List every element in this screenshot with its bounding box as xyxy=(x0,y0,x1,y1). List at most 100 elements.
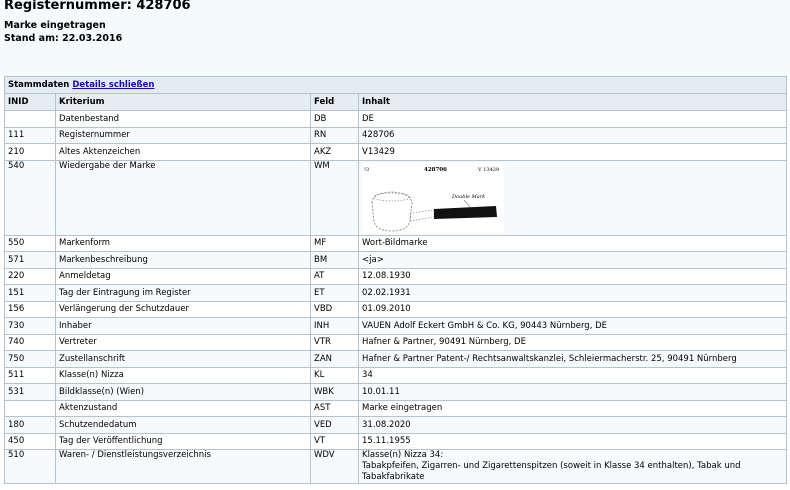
cell-feld: VT xyxy=(310,432,359,450)
cell-inid: 151 xyxy=(4,284,56,302)
status-label: Marke eingetragen xyxy=(4,20,106,31)
cell-inid: 540 xyxy=(4,159,56,236)
cell-inhalt: 428706 xyxy=(357,126,788,144)
cell-feld: VBD xyxy=(310,300,359,318)
column-header-kriterium: Kriterium xyxy=(55,93,311,111)
wdv-class-line: Klasse(n) Nizza 34: xyxy=(362,450,444,461)
cell-feld: WBK xyxy=(310,383,359,401)
cell-kriterium: Vertreter xyxy=(55,333,311,351)
table-row: 730 Inhaber INH VAUEN Adolf Eckert GmbH & C… xyxy=(4,317,788,335)
date-label: Stand am: 22.03.2016 xyxy=(4,33,123,44)
table-row: 450 Tag der Veröffentlichung VT 15.11.1955 xyxy=(4,432,788,450)
cell-inid: 730 xyxy=(4,317,56,335)
cell-feld: ET xyxy=(310,284,359,302)
cell-inhalt: 34 xyxy=(357,366,788,384)
wdv-goods-line: Tabakpfeifen, Zigarren- und Zigarettensp… xyxy=(362,461,741,482)
cell-inid: 511 xyxy=(4,366,56,384)
table-row: Datenbestand DB DE xyxy=(4,110,788,128)
cell-inhalt: 12.08.1930 xyxy=(357,267,788,285)
cell-inid: 510 xyxy=(4,449,56,484)
close-details-link[interactable]: Details schließen xyxy=(72,80,154,90)
table-row: 510 Waren- / Dienstleistungsverzeichnis WD… xyxy=(4,449,788,484)
cell-feld: WDV xyxy=(310,449,359,484)
table-row: 180 Schutzendedatum VED 31.08.2020 xyxy=(4,416,788,434)
cell-inid: 740 xyxy=(4,333,56,351)
cell-kriterium: Anmeldetag xyxy=(55,267,311,285)
cell-inid: 571 xyxy=(4,251,56,269)
cell-inhalt: Hafner & Partner, 90491 Nürnberg, DE xyxy=(357,333,788,351)
table-caption: Stammdaten Details schließen xyxy=(3,76,788,94)
table-row: 111 Registernummer RN 428706 xyxy=(4,126,788,144)
cell-feld: VED xyxy=(310,416,359,434)
mark-number-text: 428706 xyxy=(424,167,447,173)
cell-kriterium: Waren- / Dienstleistungsverzeichnis xyxy=(55,449,311,484)
cell-inhalt: !3 428706 V 13429 Double Mark xyxy=(357,159,788,236)
cell-inid: 750 xyxy=(4,350,56,368)
cell-inid xyxy=(4,110,56,128)
table-row: 540 Wiedergabe der Marke WM !3 428706 V 13… xyxy=(4,159,788,236)
cell-kriterium: Zustellanschrift xyxy=(55,350,311,368)
cell-inhalt: <ja> xyxy=(357,251,788,269)
cell-kriterium: Markenform xyxy=(55,234,311,252)
cell-kriterium: Aktenzustand xyxy=(55,399,311,417)
cell-kriterium: Tag der Eintragung im Register xyxy=(55,284,311,302)
mark-file-text: V 13429 xyxy=(477,167,499,173)
cell-kriterium: Markenbeschreibung xyxy=(55,251,311,269)
cell-inhalt: 01.09.2010 xyxy=(357,300,788,318)
column-header-inid: INID xyxy=(4,93,56,111)
cell-inhalt: VAUEN Adolf Eckert GmbH & Co. KG, 90443 … xyxy=(357,317,788,335)
cell-inhalt: DE xyxy=(357,110,788,128)
cell-inhalt: 15.11.1955 xyxy=(357,432,788,450)
table-row: Aktenzustand AST Marke eingetragen xyxy=(4,399,788,417)
table-row: 151 Tag der Eintragung im Register ET 02.02… xyxy=(4,284,788,302)
cell-feld: INH xyxy=(310,317,359,335)
cell-kriterium: Bildklasse(n) (Wien) xyxy=(55,383,311,401)
table-row: 750 Zustellanschrift ZAN Hafner & Partner P… xyxy=(4,350,788,368)
cell-inid: 531 xyxy=(4,383,56,401)
table-header-row: INID Kriterium Feld Inhalt xyxy=(4,93,788,111)
mark-label-text: Double Mark xyxy=(451,194,485,200)
cell-inid: 180 xyxy=(4,416,56,434)
cell-inhalt: 10.01.11 xyxy=(357,383,788,401)
cell-inid: 220 xyxy=(4,267,56,285)
cell-inid: 156 xyxy=(4,300,56,318)
cell-feld: DB xyxy=(310,110,359,128)
column-header-feld: Feld xyxy=(310,93,359,111)
caption-label: Stammdaten xyxy=(8,80,70,90)
column-header-inhalt: Inhalt xyxy=(357,93,788,111)
cell-kriterium: Schutzendedatum xyxy=(55,416,311,434)
cell-kriterium: Wiedergabe der Marke xyxy=(55,159,311,236)
cell-feld: ZAN xyxy=(310,350,359,368)
cell-inid: 111 xyxy=(4,126,56,144)
mark-corner-text: !3 xyxy=(364,167,369,173)
cell-feld: KL xyxy=(310,366,359,384)
cell-kriterium: Klasse(n) Nizza xyxy=(55,366,311,384)
cell-feld: VTR xyxy=(310,333,359,351)
page-title: Registernummer: 428706 xyxy=(4,0,191,13)
cell-feld: BM xyxy=(310,251,359,269)
cell-kriterium: Altes Aktenzeichen xyxy=(55,143,311,161)
cell-inid: 450 xyxy=(4,432,56,450)
table-row: 220 Anmeldetag AT 12.08.1930 xyxy=(4,267,788,285)
cell-inhalt: Hafner & Partner Patent-/ Rechtsanwaltsk… xyxy=(357,350,788,368)
cell-feld: WM xyxy=(310,159,359,236)
table-row: 571 Markenbeschreibung BM <ja> xyxy=(4,251,788,269)
mark-image: !3 428706 V 13429 Double Mark xyxy=(362,162,504,233)
cell-feld: AKZ xyxy=(310,143,359,161)
cell-kriterium: Tag der Veröffentlichung xyxy=(55,432,311,450)
tobacco-pipe-icon: !3 428706 V 13429 Double Mark xyxy=(364,167,499,231)
cell-inhalt: Wort-Bildmarke xyxy=(357,234,788,252)
cell-inid: 550 xyxy=(4,234,56,252)
cell-inid: 210 xyxy=(4,143,56,161)
table-row: 550 Markenform MF Wort-Bildmarke xyxy=(4,234,788,252)
cell-inhalt: Marke eingetragen xyxy=(357,399,788,417)
cell-kriterium: Datenbestand xyxy=(55,110,311,128)
cell-feld: MF xyxy=(310,234,359,252)
cell-inhalt: Klasse(n) Nizza 34: Tabakpfeifen, Zigarre… xyxy=(357,449,788,484)
cell-inid xyxy=(4,399,56,417)
cell-inhalt: 02.02.1931 xyxy=(357,284,788,302)
cell-kriterium: Inhaber xyxy=(55,317,311,335)
table-row: 740 Vertreter VTR Hafner & Partner, 90491 N… xyxy=(4,333,788,351)
cell-kriterium: Verlängerung der Schutzdauer xyxy=(55,300,311,318)
table-row: 210 Altes Aktenzeichen AKZ V13429 xyxy=(4,143,788,161)
